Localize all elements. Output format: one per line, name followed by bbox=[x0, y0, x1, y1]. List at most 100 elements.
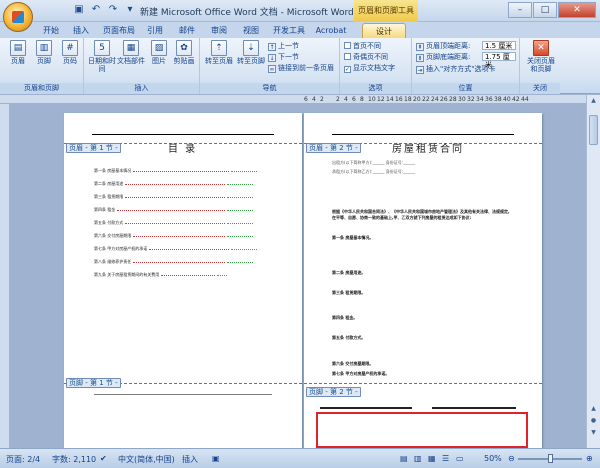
language-indicator[interactable]: 中文(简体,中国) bbox=[118, 454, 175, 465]
toc-entry[interactable]: 第三条 租赁期限 bbox=[94, 194, 254, 200]
contract-preamble: 根据《中华人民共和国合同法》、《中华人民共和国城市房地产管理法》及其他有关法律、… bbox=[332, 209, 510, 220]
zoom-slider-thumb[interactable] bbox=[548, 454, 553, 463]
footer-icon: ▥ bbox=[36, 40, 52, 56]
toc-entry[interactable]: 第四条 租金 bbox=[94, 207, 254, 213]
contract-clause: 第一条 房屋基本情况。 bbox=[332, 235, 374, 240]
draft-icon[interactable]: ▭ bbox=[456, 454, 464, 463]
tab-review[interactable]: 审阅 bbox=[206, 23, 232, 38]
tab-acrobat[interactable]: Acrobat bbox=[314, 23, 348, 38]
date-time-button[interactable]: 5 日期和时间 bbox=[88, 40, 116, 73]
tab-references[interactable]: 引用 bbox=[142, 23, 168, 38]
toc-entry[interactable]: 第二条 房屋用途 bbox=[94, 181, 254, 187]
link-to-previous-button[interactable]: ∞ 链接到前一条页眉 bbox=[268, 63, 334, 73]
toc-entry[interactable]: 第一条 房屋基本情况 bbox=[94, 168, 258, 174]
toc-entry[interactable]: 第八条 维修养护责任 bbox=[94, 259, 254, 265]
ribbon: ▤ 页眉 ▥ 页脚 # 页码 页眉和页脚 5 日期和时间 ▦ 文档部件 ▨ 图片 ✿ 剪贴画 … bbox=[0, 38, 600, 94]
toc-entry[interactable]: 第七条 甲方对房屋产权的承诺 bbox=[94, 246, 258, 252]
next-section-button[interactable]: ↓ 下一节 bbox=[268, 52, 299, 62]
different-first-page-checkbox[interactable]: 首页不同 bbox=[344, 41, 381, 51]
redo-icon[interactable]: ↷ bbox=[106, 3, 120, 17]
previous-section-button[interactable]: ↑ 上一节 bbox=[268, 41, 299, 51]
insert-alignment-tab-button[interactable]: ⇥ 插入"对齐方式"选项卡 bbox=[416, 64, 495, 74]
word-count[interactable]: 字数: 2,110 bbox=[52, 454, 96, 465]
tab-developer[interactable]: 开发工具 bbox=[270, 23, 308, 38]
page-number-icon: # bbox=[62, 40, 78, 56]
horizontal-ruler[interactable]: 6 4 2 2 4 6 8 10 12 14 16 18 20 22 24 26… bbox=[0, 95, 600, 104]
toc-entry[interactable]: 第九条 关于房屋租赁期间的有关费用 bbox=[94, 272, 228, 278]
different-odd-even-checkbox[interactable]: 奇偶页不同 bbox=[344, 52, 388, 62]
clip-art-button[interactable]: ✿ 剪贴画 bbox=[172, 40, 196, 65]
goto-footer-button[interactable]: ⇣ 转至页脚 bbox=[236, 40, 266, 65]
page-indicator[interactable]: 页面: 2/4 bbox=[6, 454, 40, 465]
header-button[interactable]: ▤ 页眉 bbox=[6, 40, 30, 65]
header-distance-label: ⇞ 页眉顶端距离: bbox=[416, 42, 471, 51]
alignment-tab-icon: ⇥ bbox=[416, 66, 424, 74]
checkbox-icon bbox=[344, 53, 351, 60]
zoom-out-icon[interactable]: ⊖ bbox=[508, 454, 515, 463]
prev-page-icon[interactable]: ▲ bbox=[589, 405, 598, 412]
outline-icon[interactable]: ☰ bbox=[442, 454, 449, 463]
toc-title: 目 录 bbox=[168, 144, 198, 155]
footer-distance-label: ⇟ 页脚底端距离: bbox=[416, 53, 471, 62]
contract-clause: 第六条 交付房屋期限。 bbox=[332, 361, 374, 366]
office-button[interactable] bbox=[3, 2, 33, 32]
contract-party-line: 承租方(以下简称乙方):______ 身份证号:______ bbox=[332, 169, 416, 174]
vertical-ruler[interactable] bbox=[0, 104, 9, 448]
goto-header-button[interactable]: ⇡ 转至页眉 bbox=[204, 40, 234, 65]
insert-mode[interactable]: 插入 bbox=[182, 454, 198, 465]
document-page-2[interactable]: 页眉 - 第 2 节 - 房屋租赁合同 出租方(以下简称甲方):______ 身… bbox=[304, 113, 542, 448]
print-layout-icon[interactable]: ▤ bbox=[400, 454, 408, 463]
customize-qat-icon[interactable]: ▾ bbox=[123, 3, 137, 17]
close-button[interactable]: ✕ bbox=[558, 2, 596, 18]
save-icon[interactable]: ▣ bbox=[72, 3, 86, 17]
link-icon: ∞ bbox=[268, 65, 276, 73]
macro-icon[interactable]: ▣ bbox=[212, 454, 220, 463]
browse-object-icon[interactable]: ● bbox=[589, 417, 598, 424]
close-header-footer-button[interactable]: ✕ 关闭页眉和页脚 bbox=[524, 40, 558, 73]
zoom-in-icon[interactable]: ⊕ bbox=[586, 454, 593, 463]
context-tab-title: 页眉和页脚工具 bbox=[354, 0, 418, 22]
vertical-scrollbar[interactable]: ▲ ▲ ● ▼ bbox=[586, 95, 600, 448]
window-title: 新建 Microsoft Office Word 文档 - Microsoft … bbox=[140, 8, 354, 18]
scroll-thumb[interactable] bbox=[589, 115, 598, 145]
down-arrow-icon: ↓ bbox=[268, 54, 276, 62]
zoom-level[interactable]: 50% bbox=[484, 454, 502, 463]
contract-clause: 第五条 付款方式。 bbox=[332, 335, 366, 340]
spacer-icon bbox=[38, 3, 52, 17]
header-section-tag: 页眉 - 第 2 节 - bbox=[306, 143, 361, 153]
footer-button[interactable]: ▥ 页脚 bbox=[32, 40, 56, 65]
clip-art-icon: ✿ bbox=[176, 40, 192, 56]
group-position: ⇞ 页眉顶端距离: 1.5 厘米 ⇟ 页脚底端距离: 1.75 厘米 ⇥ 插入"对齐方… bbox=[412, 38, 520, 94]
group-navigation: ⇡ 转至页眉 ⇣ 转至页脚 ↑ 上一节 ↓ 下一节 ∞ 链接到前一条页眉 导航 bbox=[200, 38, 340, 94]
tab-home[interactable]: 开始 bbox=[38, 23, 64, 38]
document-page-1[interactable]: 页眉 - 第 1 节 - 目 录 第一条 房屋基本情况 第二条 房屋用途 第三条… bbox=[64, 113, 302, 448]
web-layout-icon[interactable]: ▦ bbox=[428, 454, 436, 463]
tab-view[interactable]: 视图 bbox=[238, 23, 264, 38]
group-close: ✕ 关闭页眉和页脚 关闭 bbox=[520, 38, 600, 94]
next-page-icon[interactable]: ▼ bbox=[589, 429, 598, 436]
footer-boundary bbox=[304, 383, 542, 384]
group-label: 导航 bbox=[200, 83, 339, 94]
toc-entry[interactable]: 第六条 交付房屋期限 bbox=[94, 233, 254, 239]
header-distance-input[interactable]: 1.5 厘米 bbox=[482, 41, 516, 50]
tab-insert[interactable]: 插入 bbox=[68, 23, 94, 38]
tab-mailings[interactable]: 邮件 bbox=[174, 23, 200, 38]
tab-page-layout[interactable]: 页面布局 bbox=[100, 23, 138, 38]
picture-button[interactable]: ▨ 图片 bbox=[147, 40, 171, 65]
footer-distance-icon: ⇟ bbox=[416, 54, 424, 62]
minimize-button[interactable]: – bbox=[508, 2, 532, 18]
spelling-icon[interactable]: ✔ bbox=[100, 454, 107, 463]
scroll-up-icon[interactable]: ▲ bbox=[589, 97, 598, 104]
title-bar: ▣ ↶ ↷ ▾ 新建 Microsoft Office Word 文档 - Mi… bbox=[0, 0, 600, 22]
contract-clause: 第二条 房屋用途。 bbox=[332, 270, 366, 275]
quick-parts-button[interactable]: ▦ 文档部件 bbox=[116, 40, 146, 65]
full-screen-icon[interactable]: ▥ bbox=[414, 454, 422, 463]
tab-design[interactable]: 设计 bbox=[362, 23, 406, 38]
footer-distance-input[interactable]: 1.75 厘米 bbox=[482, 52, 516, 69]
show-document-text-checkbox[interactable]: ✓ 显示文档文字 bbox=[344, 63, 395, 73]
maximize-button[interactable]: □ bbox=[533, 2, 557, 18]
footer-line-left bbox=[320, 407, 412, 409]
undo-icon[interactable]: ↶ bbox=[89, 3, 103, 17]
toc-entry[interactable]: 第五条 付款方式 bbox=[94, 220, 254, 226]
page-number-button[interactable]: # 页码 bbox=[58, 40, 82, 65]
